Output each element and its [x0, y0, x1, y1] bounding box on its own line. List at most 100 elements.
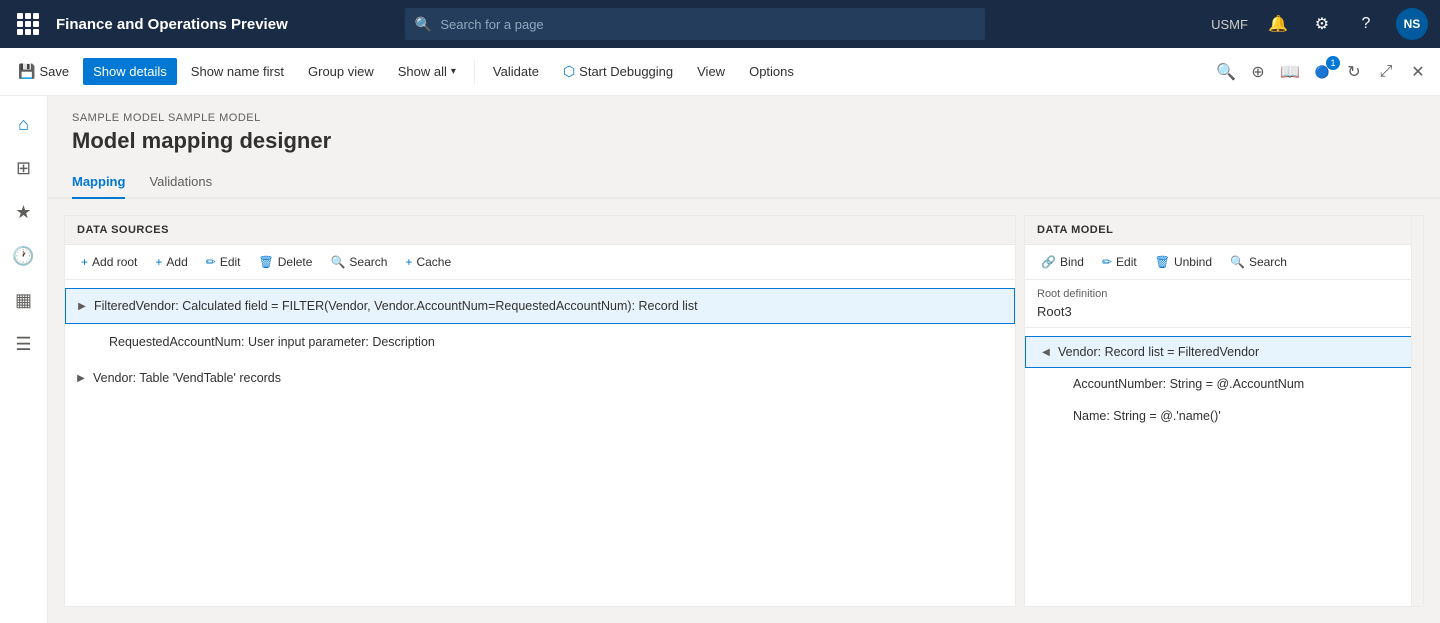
add-icon: +: [155, 255, 162, 269]
cache-icon: +: [405, 255, 412, 269]
edit-button[interactable]: ✏ Edit: [198, 251, 249, 273]
toolbar-badge-button[interactable]: 🔵 1: [1308, 58, 1336, 86]
model-tree-item-text: Name: String = @.'name()': [1073, 409, 1221, 423]
model-tree-item-text: Vendor: Record list = FilteredVendor: [1058, 345, 1259, 359]
data-sources-header: DATA SOURCES: [65, 216, 1015, 245]
main-layout: ⌂ ⊞ ★ 🕐 ▦ ☰ SAMPLE MODEL SAMPLE MODEL Mo…: [0, 96, 1440, 623]
model-search-button[interactable]: 🔍 Search: [1222, 251, 1295, 273]
sidebar-item-recent[interactable]: 🕐: [4, 236, 44, 276]
tree-item-text: Vendor: Table 'VendTable' records: [93, 371, 281, 385]
show-all-button[interactable]: Show all ▾: [388, 58, 466, 85]
model-tree-item-text: AccountNumber: String = @.AccountNum: [1073, 377, 1304, 391]
user-avatar[interactable]: NS: [1396, 8, 1428, 40]
page-header: SAMPLE MODEL SAMPLE MODEL Model mapping …: [48, 96, 1440, 166]
start-debugging-label: Start Debugging: [579, 64, 673, 79]
user-label[interactable]: USMF: [1211, 17, 1248, 32]
edit-icon: ✏: [206, 255, 216, 269]
app-grid-button[interactable]: [12, 8, 44, 40]
data-model-panel: DATA MODEL 🔗 Bind ✏ Edit 🗑 Unbind: [1024, 215, 1424, 607]
unbind-label: Unbind: [1174, 255, 1212, 269]
toolbar-expand-button[interactable]: ⤢: [1372, 58, 1400, 86]
model-edit-label: Edit: [1116, 255, 1137, 269]
command-toolbar: 💾 Save Show details Show name first Grou…: [0, 48, 1440, 96]
group-view-button[interactable]: Group view: [298, 58, 384, 85]
tab-mapping[interactable]: Mapping: [72, 166, 125, 199]
settings-gear-button[interactable]: ⚙: [1308, 10, 1336, 38]
sidebar-item-list[interactable]: ☰: [4, 324, 44, 364]
help-button[interactable]: ?: [1352, 10, 1380, 38]
model-tree-item-vendor[interactable]: ◀ Vendor: Record list = FilteredVendor: [1025, 336, 1423, 368]
show-name-first-button[interactable]: Show name first: [181, 58, 294, 85]
debug-icon: ⬡: [563, 63, 575, 80]
delete-icon: 🗑: [259, 255, 274, 269]
view-button[interactable]: View: [687, 58, 735, 85]
search-label: Search: [349, 255, 387, 269]
save-button[interactable]: 💾 Save: [8, 57, 79, 86]
tab-validations[interactable]: Validations: [149, 166, 212, 199]
chevron-icon: ◀: [1038, 344, 1054, 360]
toolbar-bookmark-button[interactable]: 📖: [1276, 58, 1304, 86]
show-details-label: Show details: [93, 64, 167, 79]
sidebar: ⌂ ⊞ ★ 🕐 ▦ ☰: [0, 96, 48, 623]
global-search-input[interactable]: [440, 17, 975, 32]
show-details-button[interactable]: Show details: [83, 58, 177, 85]
notification-bell-button[interactable]: 🔔: [1264, 10, 1292, 38]
add-button[interactable]: + Add: [147, 251, 195, 273]
data-sources-panel: DATA SOURCES + Add root + Add ✏ Edit: [64, 215, 1016, 607]
tree-item-vendor[interactable]: ▶ Vendor: Table 'VendTable' records: [65, 360, 1015, 396]
toolbar-right-actions: 🔍 ⊕ 📖 🔵 1 ↻ ⤢ ✕: [1212, 58, 1432, 86]
cache-button[interactable]: + Cache: [397, 251, 459, 273]
top-navigation: Finance and Operations Preview 🔍 USMF 🔔 …: [0, 0, 1440, 48]
search-button[interactable]: 🔍 Search: [322, 251, 395, 273]
toolbar-connect-button[interactable]: ⊕: [1244, 58, 1272, 86]
right-panel-scrollbar[interactable]: [1411, 216, 1423, 606]
content-area: SAMPLE MODEL SAMPLE MODEL Model mapping …: [48, 96, 1440, 623]
save-label: Save: [39, 64, 69, 79]
toolbar-separator-1: [474, 60, 475, 84]
data-model-tree: ◀ Vendor: Record list = FilteredVendor ▶…: [1025, 328, 1423, 606]
cache-label: Cache: [416, 255, 451, 269]
search-icon: 🔍: [330, 255, 345, 269]
options-label: Options: [749, 64, 794, 79]
page-tabs: Mapping Validations: [48, 166, 1440, 199]
tree-item-requested-account[interactable]: ▶ RequestedAccountNum: User input parame…: [65, 324, 1015, 360]
top-nav-right: USMF 🔔 ⚙ ? NS: [1211, 8, 1428, 40]
designer-container: DATA SOURCES + Add root + Add ✏ Edit: [48, 199, 1440, 623]
unbind-button[interactable]: 🗑 Unbind: [1147, 251, 1220, 273]
global-search-box[interactable]: 🔍: [405, 8, 985, 40]
validate-button[interactable]: Validate: [483, 58, 549, 85]
delete-button[interactable]: 🗑 Delete: [251, 251, 321, 273]
sidebar-item-favorites[interactable]: ★: [4, 192, 44, 232]
toolbar-search-button[interactable]: 🔍: [1212, 58, 1240, 86]
view-label: View: [697, 64, 725, 79]
model-tree-item-name[interactable]: ▶ Name: String = @.'name()': [1025, 400, 1423, 432]
chevron-icon: ▶: [73, 370, 89, 386]
add-root-icon: +: [81, 255, 88, 269]
start-debugging-button[interactable]: ⬡ Start Debugging: [553, 57, 683, 86]
delete-label: Delete: [278, 255, 313, 269]
toolbar-close-button[interactable]: ✕: [1404, 58, 1432, 86]
sidebar-item-workspaces[interactable]: ▦: [4, 280, 44, 320]
grid-icon: [17, 13, 39, 35]
show-all-chevron-icon: ▾: [451, 66, 456, 77]
options-button[interactable]: Options: [739, 58, 804, 85]
app-title: Finance and Operations Preview: [56, 16, 288, 33]
model-search-icon: 🔍: [1230, 255, 1245, 269]
data-model-header: DATA MODEL: [1025, 216, 1423, 245]
sidebar-item-home[interactable]: ⌂: [4, 104, 44, 144]
add-label: Add: [166, 255, 187, 269]
bind-icon: 🔗: [1041, 255, 1056, 269]
unbind-icon: 🗑: [1155, 255, 1170, 269]
tree-item-filtered-vendor[interactable]: ▶ FilteredVendor: Calculated field = FIL…: [65, 288, 1015, 324]
add-root-button[interactable]: + Add root: [73, 251, 145, 273]
toolbar-refresh-button[interactable]: ↻: [1340, 58, 1368, 86]
search-icon: 🔍: [415, 16, 432, 33]
group-view-label: Group view: [308, 64, 374, 79]
edit-label: Edit: [220, 255, 241, 269]
model-tree-item-account-number[interactable]: ▶ AccountNumber: String = @.AccountNum: [1025, 368, 1423, 400]
root-definition-value: Root3: [1037, 304, 1411, 319]
bind-button[interactable]: 🔗 Bind: [1033, 251, 1092, 273]
sidebar-item-filter[interactable]: ⊞: [4, 148, 44, 188]
data-sources-tree: ▶ FilteredVendor: Calculated field = FIL…: [65, 280, 1015, 606]
model-edit-button[interactable]: ✏ Edit: [1094, 251, 1145, 273]
